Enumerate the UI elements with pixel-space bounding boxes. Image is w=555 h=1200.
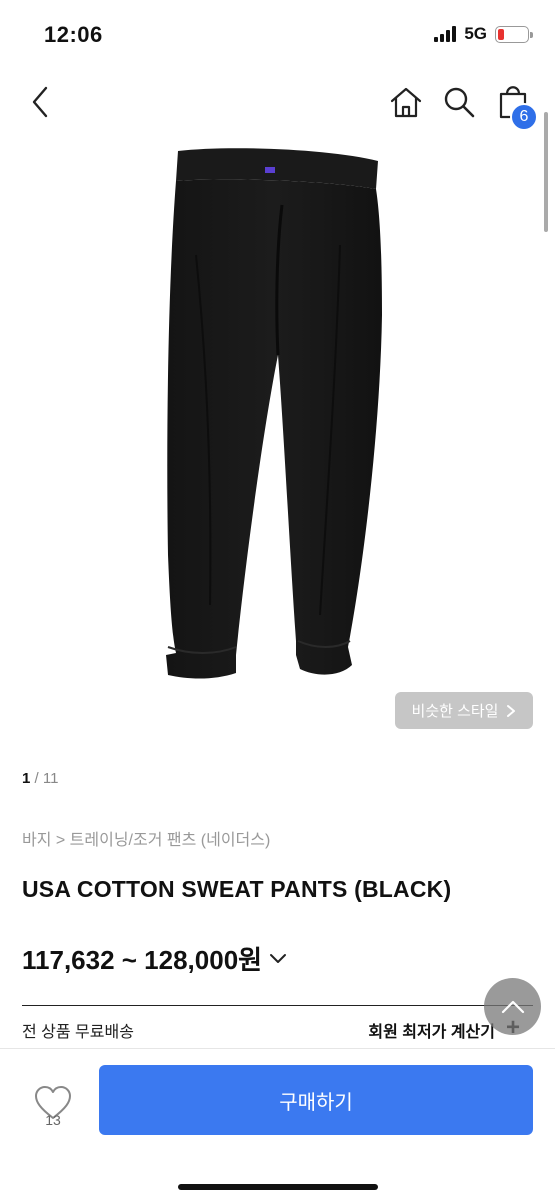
battery-icon [495,25,533,43]
product-title: USA COTTON SWEAT PANTS (BLACK) [22,876,452,902]
back-icon[interactable] [26,84,56,120]
buy-button[interactable]: 구매하기 [99,1065,533,1135]
scroll-top-button[interactable] [484,978,541,1035]
chevron-down-icon[interactable] [268,952,288,966]
status-icons: 5G [434,24,533,44]
similar-style-label: 비슷한 스타일 [411,703,499,720]
status-bar: 12:06 5G [0,0,555,70]
signal-icon [434,26,457,42]
price-row[interactable]: 117,632 ~ 128,000원 [22,940,288,977]
home-indicator [178,1184,378,1190]
price-range: 117,632 ~ 128,000원 [22,945,263,975]
product-image[interactable] [0,135,555,735]
cart-count-badge: 6 [510,103,538,131]
similar-style-button[interactable]: 비슷한 스타일 [395,692,533,729]
lowest-price-calculator-link[interactable]: 회원 최저가 계산기 [368,1018,495,1042]
pager-total: 11 [42,770,59,787]
chevron-right-icon [507,704,516,717]
network-type: 5G [464,24,487,43]
chevron-up-icon [501,1000,524,1013]
image-pager: 1 / 11 [22,770,58,787]
search-icon[interactable] [441,84,477,120]
breadcrumb[interactable]: 바지 > 트레이닝/조거 팬츠 (네이더스) [22,826,270,850]
free-shipping-label: 전 상품 무료배송 [22,1024,134,1041]
nav-bar [0,72,555,134]
pager-separator: / [30,770,43,787]
divider [22,1005,533,1006]
like-count: 13 [45,1112,61,1128]
home-icon[interactable] [388,84,424,120]
status-time: 12:06 [44,22,103,47]
